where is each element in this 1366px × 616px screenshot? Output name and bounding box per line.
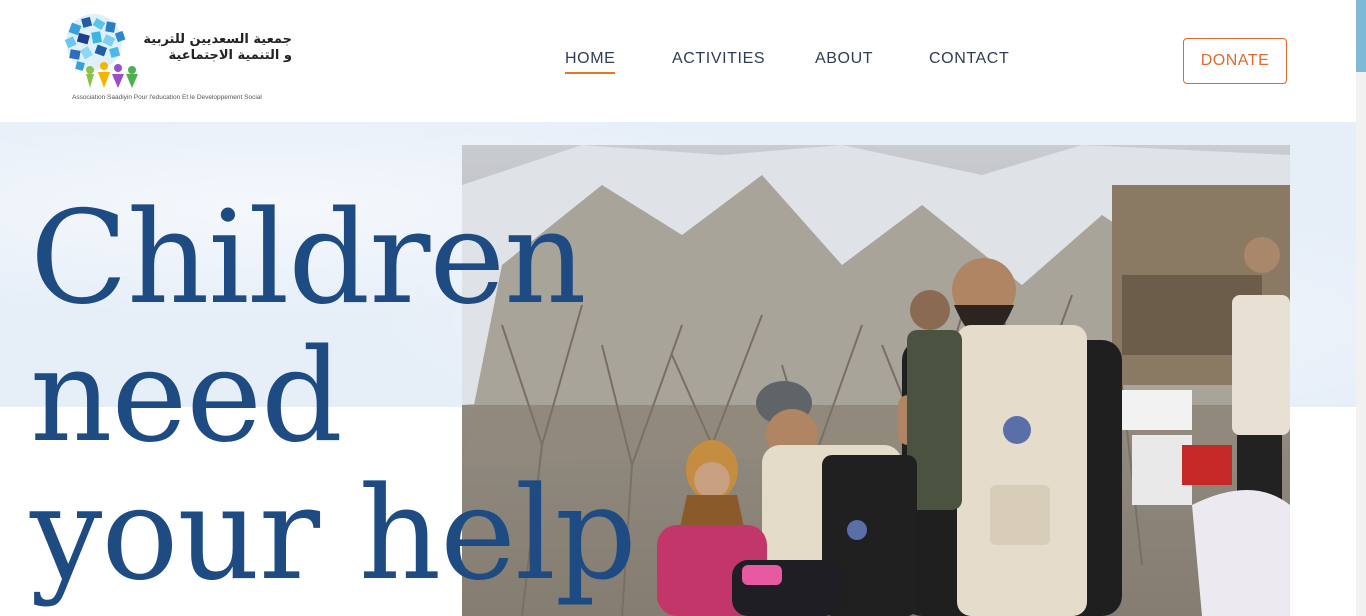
nav-item-home[interactable]: HOME: [565, 50, 616, 74]
logo-arabic-line-2: و التنمية الاجتماعية: [168, 48, 292, 63]
nav-item-activities[interactable]: ACTIVITIES: [672, 50, 765, 68]
logo-arabic-line-1: جمعية السعديين للتربية: [143, 32, 292, 47]
hero-headline: Children need your help: [30, 184, 637, 609]
headline-line-1: Children: [30, 184, 587, 333]
mosaic-logo-icon: [64, 14, 138, 88]
logo-latin-name: Association Saadiyin Pour l'education Et…: [72, 94, 262, 101]
nav-item-label: HOME: [565, 50, 616, 67]
nav-item-about[interactable]: ABOUT: [815, 50, 873, 68]
active-underline: [565, 72, 616, 74]
headline-line-2: need: [30, 322, 343, 471]
nav-item-label: ABOUT: [815, 50, 874, 67]
nav-item-label: CONTACT: [929, 50, 1010, 67]
nav-item-contact[interactable]: CONTACT: [929, 50, 1009, 68]
nav-item-label: ACTIVITIES: [672, 50, 766, 67]
page-scrollbar[interactable]: [1356, 0, 1366, 616]
site-header: جمعية السعديين للتربية و التنمية الاجتما…: [0, 0, 1356, 122]
donate-button[interactable]: DONATE: [1183, 38, 1287, 84]
scrollbar-thumb[interactable]: [1356, 0, 1366, 72]
headline-line-3: your help: [30, 460, 637, 609]
association-logo[interactable]: جمعية السعديين للتربية و التنمية الاجتما…: [60, 12, 292, 108]
